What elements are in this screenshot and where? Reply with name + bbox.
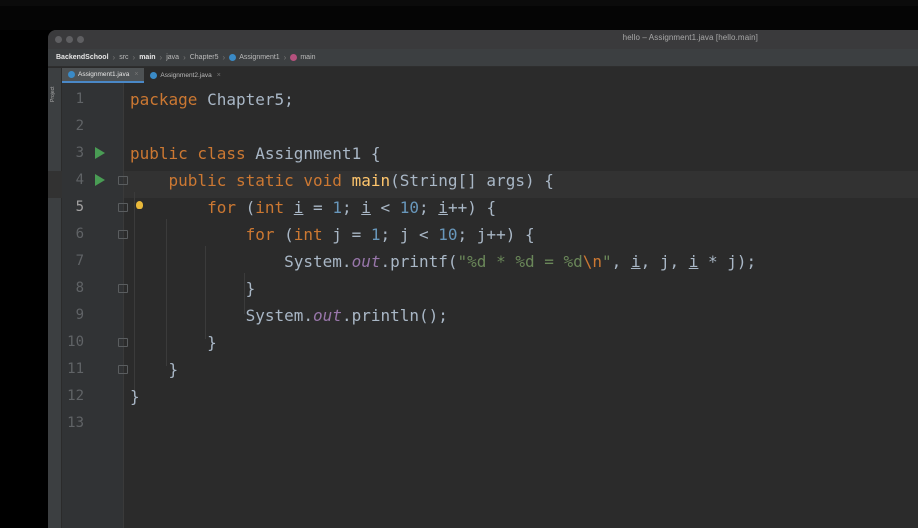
line-number: 1 — [75, 91, 84, 107]
tab-assignment1[interactable]: Assignment1.java × — [62, 68, 145, 83]
line-number: 8 — [75, 280, 84, 296]
code-line-10[interactable]: } — [130, 333, 217, 352]
breadcrumb-item-main-method[interactable]: main — [290, 54, 316, 61]
window-title: hello – Assignment1.java [hello.main] — [622, 33, 758, 42]
class-icon — [68, 71, 75, 78]
breadcrumb-item-main[interactable]: main — [139, 54, 155, 61]
breadcrumb-item-chapter5[interactable]: Chapter5 — [190, 54, 219, 61]
package-name: Chapter5; — [207, 90, 294, 109]
editor-tabs: Assignment1.java × Assignment2.java × — [62, 68, 227, 83]
breadcrumb-label: src — [119, 54, 129, 61]
code-line-1[interactable]: package Chapter5; — [130, 90, 294, 109]
line-number: 10 — [67, 334, 84, 350]
line-number: 4 — [75, 172, 84, 188]
tab-label: Assignment2.java — [160, 72, 212, 79]
title-bar: hello – Assignment1.java [hello.main] — [48, 30, 918, 49]
line-number: 11 — [67, 361, 84, 377]
class-icon — [150, 72, 158, 79]
fold-icon[interactable] — [118, 338, 128, 347]
code-line-8[interactable]: } — [130, 279, 256, 298]
line-number: 7 — [75, 253, 84, 269]
line-number-current: 5 — [75, 199, 84, 215]
code-line-7[interactable]: System.out.printf("%d * %d = %d\n", i, j… — [130, 252, 756, 271]
fold-icon[interactable] — [118, 284, 128, 293]
code-line-12[interactable]: } — [130, 387, 140, 406]
breadcrumb-label: main — [300, 54, 316, 61]
chevron-right-icon: › — [112, 53, 116, 62]
fold-icon[interactable] — [118, 176, 128, 185]
code-line-11[interactable]: } — [130, 360, 179, 379]
code-line-3[interactable]: public class Assignment1 { — [130, 144, 380, 163]
chevron-right-icon: › — [159, 53, 163, 62]
code-line-4[interactable]: public static void main(String[] args) { — [130, 171, 554, 190]
breadcrumb-label: Assignment1 — [239, 54, 280, 61]
line-number: 12 — [67, 388, 84, 404]
fold-icon[interactable] — [118, 365, 128, 374]
run-class-icon[interactable] — [95, 147, 105, 159]
line-number: 3 — [75, 145, 84, 161]
fold-icon[interactable] — [118, 230, 128, 239]
fold-icon[interactable] — [118, 203, 128, 212]
top-band-dark — [0, 6, 918, 30]
breadcrumb-label: main — [139, 54, 156, 61]
run-main-icon[interactable] — [95, 174, 105, 186]
breadcrumb-item-src[interactable]: src — [119, 54, 128, 61]
line-number: 9 — [75, 307, 84, 323]
ide-window: hello – Assignment1.java [hello.main] Ba… — [48, 30, 918, 528]
chevron-right-icon: › — [283, 53, 287, 62]
breadcrumb-label: java — [166, 54, 180, 61]
breadcrumb-item-java[interactable]: java — [166, 54, 179, 61]
breadcrumb-label: BackendSchool — [56, 54, 109, 61]
line-number: 13 — [67, 415, 84, 431]
line-number: 6 — [75, 226, 84, 242]
breadcrumb-item-project[interactable]: BackendSchool — [56, 54, 109, 61]
close-icon[interactable]: × — [134, 71, 138, 78]
code-line-6[interactable]: for (int j = 1; j < 10; j++) { — [130, 225, 535, 244]
gutter-divider — [123, 83, 124, 528]
code-line-5[interactable]: for (int i = 1; i < 10; i++) { — [130, 198, 496, 217]
class-icon — [229, 54, 237, 61]
chevron-right-icon: › — [222, 53, 226, 62]
chevron-right-icon: › — [132, 53, 136, 62]
tab-assignment2[interactable]: Assignment2.java × — [144, 68, 226, 83]
breadcrumb: BackendSchool › src › main › java › Chap… — [48, 49, 918, 67]
close-icon[interactable]: × — [217, 72, 221, 79]
breadcrumb-item-assignment1[interactable]: Assignment1 — [229, 54, 280, 61]
tab-label: Assignment1.java — [78, 71, 130, 78]
chevron-right-icon: › — [183, 53, 186, 62]
code-line-9[interactable]: System.out.println(); — [130, 306, 448, 325]
line-number: 2 — [75, 118, 84, 134]
method-icon — [290, 54, 298, 61]
breadcrumb-label: Chapter5 — [189, 54, 219, 61]
project-tool-window-stripe: Project — [48, 68, 62, 528]
